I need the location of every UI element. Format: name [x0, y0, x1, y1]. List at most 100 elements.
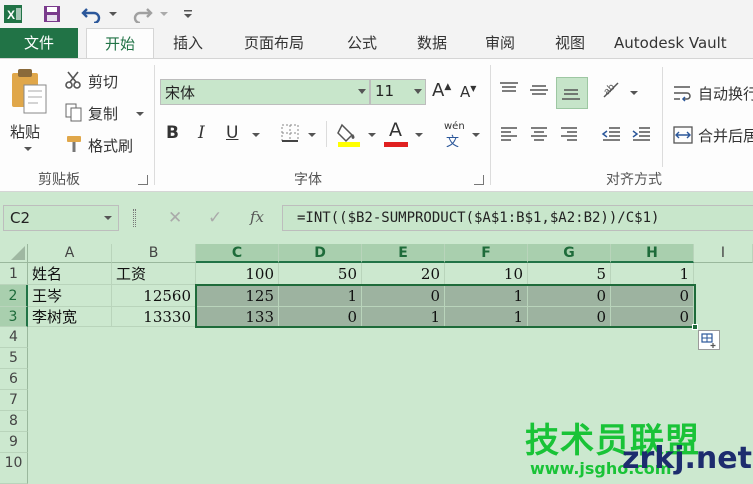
cell-C1[interactable]: 100 — [196, 263, 279, 285]
underline-dropdown-icon[interactable] — [252, 133, 260, 137]
wrap-text-button[interactable]: 自动换行 — [670, 81, 753, 107]
formula-bar-resize-handle[interactable] — [133, 209, 136, 227]
cell-F1[interactable]: 10 — [445, 263, 528, 285]
column-header-E[interactable]: E — [362, 244, 445, 263]
fill-color-button[interactable] — [336, 121, 364, 147]
row-header-8[interactable]: 8 — [0, 411, 28, 432]
orientation-dropdown-icon[interactable] — [630, 91, 638, 95]
font-size-select[interactable]: 11 — [370, 79, 426, 105]
copy-button[interactable]: 复制 — [62, 101, 154, 125]
align-left-button[interactable] — [498, 123, 524, 149]
redo-icon[interactable] — [128, 3, 156, 25]
row-header-10[interactable]: 10 — [0, 453, 28, 484]
row-header-6[interactable]: 6 — [0, 369, 28, 390]
borders-dropdown-icon[interactable] — [308, 133, 316, 137]
undo-dropdown-icon[interactable] — [109, 12, 117, 16]
increase-indent-button[interactable] — [630, 123, 656, 149]
column-header-F[interactable]: F — [445, 244, 528, 263]
grow-font-button[interactable]: A▲ — [432, 80, 451, 101]
bold-button[interactable]: B — [166, 123, 179, 143]
tab-insert[interactable]: 插入 — [160, 28, 216, 58]
underline-button[interactable]: U — [226, 123, 238, 143]
cell-C2[interactable]: 125 — [196, 285, 279, 307]
column-header-C[interactable]: C — [196, 244, 279, 263]
paste-dropdown-icon[interactable] — [24, 147, 32, 151]
copy-dropdown-icon[interactable] — [136, 112, 144, 116]
cell-D1[interactable]: 50 — [279, 263, 362, 285]
row-header-9[interactable]: 9 — [0, 432, 28, 453]
cell-G1[interactable]: 5 — [528, 263, 611, 285]
font-color-button[interactable]: A — [384, 119, 410, 147]
font-dialog-launcher[interactable] — [474, 175, 484, 185]
align-right-button[interactable] — [558, 123, 584, 149]
formula-input[interactable]: =INT(($B2-SUMPRODUCT($A$1:B$1,$A2:B2))/C… — [282, 205, 753, 231]
column-header-A[interactable]: A — [28, 244, 112, 263]
row-header-5[interactable]: 5 — [0, 348, 28, 369]
italic-button[interactable]: I — [198, 123, 205, 143]
cell-E1[interactable]: 20 — [362, 263, 445, 285]
cell-E2[interactable]: 0 — [362, 285, 445, 307]
cell-F3[interactable]: 1 — [445, 307, 528, 327]
tab-review[interactable]: 审阅 — [472, 28, 528, 58]
tab-page-layout[interactable]: 页面布局 — [228, 28, 320, 58]
quick-analysis-button[interactable] — [698, 330, 720, 350]
cell-G3[interactable]: 0 — [528, 307, 611, 327]
tab-home[interactable]: 开始 — [86, 28, 154, 59]
redo-dropdown-icon[interactable] — [160, 12, 168, 16]
row-header-7[interactable]: 7 — [0, 390, 28, 411]
tab-data[interactable]: 数据 — [402, 28, 462, 58]
cell-F2[interactable]: 1 — [445, 285, 528, 307]
fill-color-dropdown-icon[interactable] — [368, 133, 376, 137]
row-header-1[interactable]: 1 — [0, 263, 28, 285]
align-center-button[interactable] — [528, 123, 554, 149]
format-painter-button[interactable]: 格式刷 — [62, 133, 154, 157]
chevron-down-icon[interactable] — [104, 216, 112, 220]
select-all-corner[interactable] — [0, 244, 28, 263]
clipboard-dialog-launcher[interactable] — [138, 175, 148, 185]
cell-B1[interactable]: 工资 — [112, 263, 196, 285]
cell-G2[interactable]: 0 — [528, 285, 611, 307]
save-icon[interactable] — [40, 3, 64, 25]
cell-C3[interactable]: 133 — [196, 307, 279, 327]
row-header-4[interactable]: 4 — [0, 327, 28, 348]
cell-H1[interactable]: 1 — [611, 263, 694, 285]
cell-A3[interactable]: 李树宽 — [28, 307, 112, 327]
shrink-font-button[interactable]: A▼ — [460, 83, 476, 101]
undo-icon[interactable] — [78, 3, 106, 25]
align-bottom-button[interactable] — [556, 77, 588, 109]
tab-file[interactable]: 文件 — [0, 28, 78, 58]
row-header-3[interactable]: 3 — [0, 307, 28, 327]
column-header-B[interactable]: B — [112, 244, 196, 263]
cancel-icon[interactable]: ✕ — [168, 208, 182, 228]
cell-E3[interactable]: 1 — [362, 307, 445, 327]
orientation-button[interactable]: ab — [600, 79, 626, 105]
align-top-button[interactable] — [498, 79, 524, 105]
borders-button[interactable] — [280, 123, 302, 145]
customize-toolbar-icon[interactable] — [180, 3, 196, 25]
row-header-2[interactable]: 2 — [0, 285, 28, 307]
column-header-I[interactable]: I — [694, 244, 753, 263]
cell-B2[interactable]: 12560 — [112, 285, 196, 307]
cell-A2[interactable]: 王岑 — [28, 285, 112, 307]
column-header-D[interactable]: D — [279, 244, 362, 263]
cell-H3[interactable]: 0 — [611, 307, 694, 327]
phonetic-dropdown-icon[interactable] — [472, 133, 480, 137]
cell-H2[interactable]: 0 — [611, 285, 694, 307]
cell-D2[interactable]: 1 — [279, 285, 362, 307]
column-header-G[interactable]: G — [528, 244, 611, 263]
phonetic-guide-button[interactable]: wén 文 — [440, 121, 470, 151]
enter-check-icon[interactable]: ✓ — [208, 208, 222, 228]
align-middle-button[interactable] — [528, 79, 554, 105]
paste-button[interactable]: 粘贴 — [6, 67, 52, 151]
name-box[interactable]: C2 — [3, 205, 119, 231]
insert-function-button[interactable]: fx — [250, 208, 264, 226]
tab-autodesk-vault[interactable]: Autodesk Vault — [614, 28, 753, 58]
column-header-H[interactable]: H — [611, 244, 694, 263]
cell-D3[interactable]: 0 — [279, 307, 362, 327]
cut-button[interactable]: 剪切 — [62, 69, 154, 93]
decrease-indent-button[interactable] — [600, 123, 626, 149]
font-color-dropdown-icon[interactable] — [415, 133, 423, 137]
cell-A1[interactable]: 姓名 — [28, 263, 112, 285]
tab-formulas[interactable]: 公式 — [332, 28, 392, 58]
tab-view[interactable]: 视图 — [540, 28, 600, 58]
